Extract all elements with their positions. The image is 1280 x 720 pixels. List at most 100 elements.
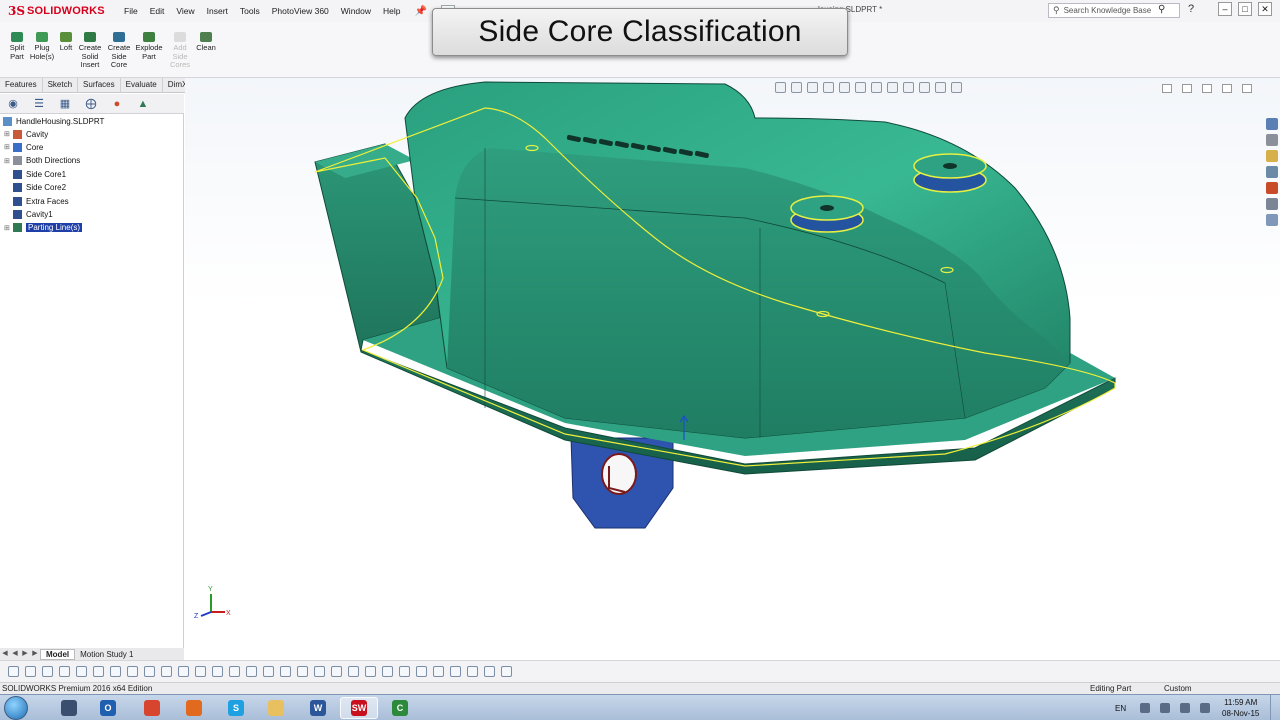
clear-filters-icon[interactable] bbox=[42, 666, 53, 677]
clock[interactable]: 11:59 AM 08-Nov-15 bbox=[1222, 697, 1259, 719]
filter-cosmetic-threads-icon[interactable] bbox=[416, 666, 427, 677]
create-solid-insert-button[interactable]: Create Solid Insert bbox=[75, 32, 105, 70]
appearances-icon[interactable] bbox=[1266, 182, 1278, 194]
view-settings-icon[interactable] bbox=[935, 82, 946, 93]
tree-item-side-core2[interactable]: Side Core2 bbox=[4, 182, 66, 194]
tree-item-extra-faces[interactable]: Extra Faces bbox=[4, 195, 69, 207]
tab-evaluate[interactable]: Evaluate bbox=[121, 78, 163, 93]
filter-solid-bodies-icon[interactable] bbox=[178, 666, 189, 677]
solidworks-forum-icon[interactable] bbox=[1266, 214, 1278, 226]
filter-vertices-icon[interactable] bbox=[110, 666, 121, 677]
view-orientation-icon[interactable] bbox=[855, 82, 866, 93]
featuremanager-tree-icon[interactable]: ☰ bbox=[26, 95, 52, 113]
configuration-manager-icon[interactable]: ⨁ bbox=[78, 95, 104, 113]
menu-edit[interactable]: Edit bbox=[144, 6, 171, 16]
property-manager-icon[interactable]: ▦ bbox=[52, 95, 78, 113]
minimize-icon[interactable]: – bbox=[1218, 2, 1232, 16]
filter-off-icon[interactable] bbox=[25, 666, 36, 677]
filter-dimensions-icon[interactable] bbox=[314, 666, 325, 677]
explode-part-button[interactable]: Explode Part bbox=[134, 32, 164, 61]
viewport-maximize-icon[interactable] bbox=[1222, 84, 1232, 93]
show-desktop-button[interactable] bbox=[1270, 695, 1280, 720]
prev-tab-icon[interactable]: ◀ bbox=[10, 649, 20, 659]
tray-expand-icon[interactable] bbox=[1140, 703, 1151, 713]
file-explorer-icon[interactable] bbox=[1266, 150, 1278, 162]
filter-centerline-icon[interactable] bbox=[297, 666, 308, 677]
edit-appearance-icon[interactable] bbox=[903, 82, 914, 93]
menu-insert[interactable]: Insert bbox=[201, 6, 234, 16]
filter-mates-icon[interactable] bbox=[501, 666, 512, 677]
custom-properties-icon[interactable] bbox=[1266, 198, 1278, 210]
tree-item-side-core1[interactable]: Side Core1 bbox=[4, 168, 66, 180]
action-center-icon[interactable] bbox=[1200, 703, 1211, 713]
design-library-icon[interactable] bbox=[1266, 134, 1278, 146]
filter-cosmetic-welds-icon[interactable] bbox=[450, 666, 461, 677]
dynamic-annotation-icon[interactable] bbox=[839, 82, 850, 93]
tree-item-cavity[interactable]: ⊞ Cavity bbox=[4, 128, 48, 140]
help-button[interactable]: ? bbox=[1188, 3, 1194, 15]
search-button-icon[interactable]: ⚲ bbox=[1158, 4, 1165, 15]
expand-icon[interactable]: ⊞ bbox=[4, 130, 11, 138]
filter-routing-points-icon[interactable] bbox=[467, 666, 478, 677]
solidworks-resources-icon[interactable] bbox=[1266, 118, 1278, 130]
close-icon[interactable]: ✕ bbox=[1258, 2, 1272, 16]
filter-midpoints-icon[interactable] bbox=[263, 666, 274, 677]
tab-model[interactable]: Model bbox=[40, 648, 76, 660]
tree-root[interactable]: HandleHousing.SLDPRT bbox=[3, 115, 104, 127]
units-selector[interactable]: Custom bbox=[1164, 684, 1192, 693]
boss-right[interactable] bbox=[913, 153, 987, 193]
solidworks-logo[interactable]: 3S SOLIDWORKS bbox=[8, 4, 112, 18]
tree-item-core[interactable]: ⊞ Core bbox=[4, 141, 43, 153]
taskbar-solidworks-button[interactable]: SW bbox=[340, 697, 378, 719]
previous-view-icon[interactable] bbox=[807, 82, 818, 93]
filter-edges-icon[interactable] bbox=[127, 666, 138, 677]
taskbar-firefox-button[interactable] bbox=[175, 697, 213, 719]
menu-help[interactable]: Help bbox=[377, 6, 406, 16]
filter-center-marks-icon[interactable] bbox=[280, 666, 291, 677]
select-all-filters-icon[interactable] bbox=[59, 666, 70, 677]
filter-surface-bodies-icon[interactable] bbox=[161, 666, 172, 677]
tree-item-both-directions[interactable]: ⊞ Both Directions bbox=[4, 155, 80, 167]
tree-item-cavity1[interactable]: Cavity1 bbox=[4, 208, 53, 220]
filter-sketch-segments-icon[interactable] bbox=[246, 666, 257, 677]
maximize-icon[interactable]: □ bbox=[1238, 2, 1252, 16]
tab-surfaces[interactable]: Surfaces bbox=[78, 78, 121, 93]
tab-sketch[interactable]: Sketch bbox=[43, 78, 79, 93]
filter-weld-symbols-icon[interactable] bbox=[382, 666, 393, 677]
viewport-close-icon[interactable] bbox=[1242, 84, 1252, 93]
filter-geometric-tolerances-icon[interactable] bbox=[348, 666, 359, 677]
tree-item-parting-line-s[interactable]: ⊞ Parting Line(s) bbox=[4, 222, 83, 234]
filter-icon[interactable]: ◉ bbox=[0, 95, 26, 113]
section-view-icon[interactable] bbox=[823, 82, 834, 93]
network-icon[interactable] bbox=[1160, 703, 1171, 713]
zoom-area-icon[interactable] bbox=[791, 82, 802, 93]
dropdown-icon[interactable] bbox=[93, 666, 104, 677]
search-input[interactable]: Search Knowledge Base bbox=[1064, 6, 1152, 15]
expand-icon[interactable]: ⊞ bbox=[4, 143, 11, 151]
view-palette-icon[interactable] bbox=[1266, 166, 1278, 178]
part-model[interactable] bbox=[185, 78, 1280, 648]
next-tab-icon[interactable]: ▶ bbox=[20, 649, 30, 659]
select-icon[interactable] bbox=[76, 666, 87, 677]
housing-body[interactable] bbox=[404, 81, 1071, 439]
realview-icon[interactable] bbox=[951, 82, 962, 93]
appearance-icon[interactable]: ● bbox=[104, 95, 130, 113]
taskbar-word-button[interactable]: W bbox=[299, 697, 337, 719]
filter-axes-icon[interactable] bbox=[195, 666, 206, 677]
tab-motion-study[interactable]: Motion Study 1 bbox=[75, 650, 138, 659]
start-button[interactable] bbox=[4, 696, 28, 720]
filter-datum-targets-icon[interactable] bbox=[399, 666, 410, 677]
tab-features[interactable]: Features bbox=[0, 78, 43, 93]
filter-faces-icon[interactable] bbox=[144, 666, 155, 677]
pin-icon[interactable]: 📌 bbox=[415, 6, 427, 17]
taskbar-explorer-button[interactable] bbox=[257, 697, 295, 719]
graphics-viewport[interactable]: Y Z X bbox=[185, 78, 1280, 648]
first-tab-icon[interactable]: ◀ bbox=[0, 649, 10, 659]
filter-planes-icon[interactable] bbox=[212, 666, 223, 677]
display-style-icon[interactable] bbox=[871, 82, 882, 93]
filter-sketch-points-icon[interactable] bbox=[229, 666, 240, 677]
taskbar-app-button[interactable] bbox=[50, 697, 88, 719]
taskbar-outlook-button[interactable]: O bbox=[89, 697, 127, 719]
filter-notes-icon[interactable] bbox=[365, 666, 376, 677]
viewport-minimize-icon[interactable] bbox=[1202, 84, 1212, 93]
